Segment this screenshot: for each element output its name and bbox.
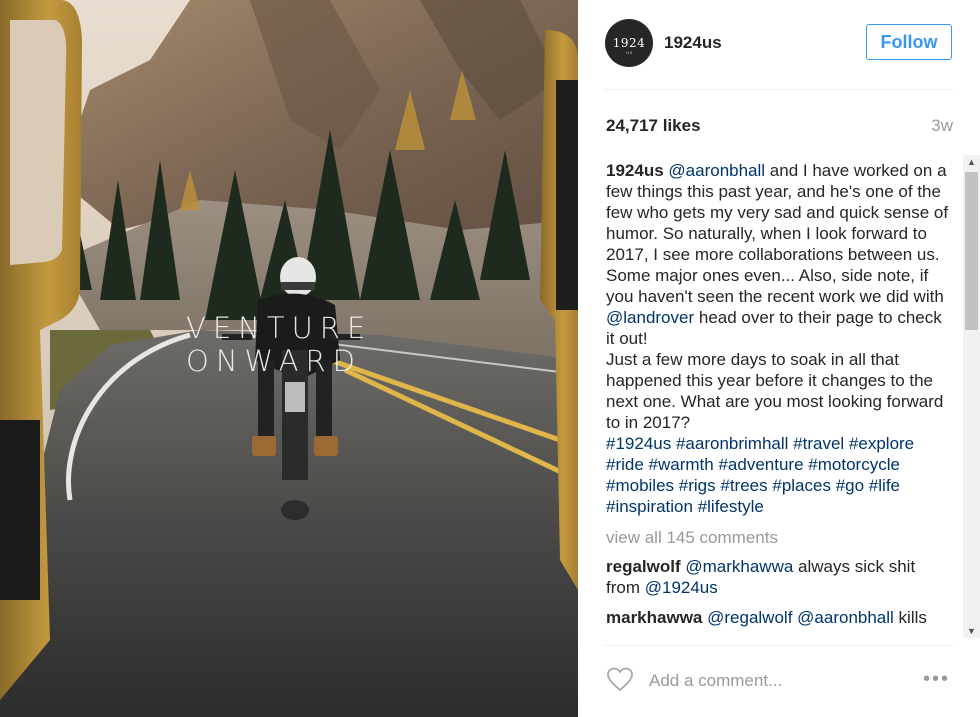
hashtag-link[interactable]: #ride: [606, 455, 644, 474]
scrollbar-thumb[interactable]: [965, 172, 978, 330]
comment-username[interactable]: markhawwa: [606, 608, 702, 627]
hashtag-link[interactable]: #rigs: [679, 476, 716, 495]
hashtag-link[interactable]: #aaronbrimhall: [676, 434, 788, 453]
scroll-up-arrow-icon[interactable]: ▲: [963, 155, 980, 169]
avatar-text: 1924: [612, 36, 646, 50]
overlay-line-2: ONWARD: [186, 344, 362, 378]
scroll-down-arrow-icon[interactable]: ▼: [963, 624, 980, 638]
post-caption: 1924us @aaronbhall and I have worked on …: [606, 160, 952, 517]
caption-mention[interactable]: @landrover: [606, 308, 694, 327]
comments-scrollbar[interactable]: ▲ ▼: [963, 155, 980, 638]
post-photo[interactable]: VENTURE ONWARD: [0, 0, 578, 717]
comments-list: 1924us @aaronbhall and I have worked on …: [606, 160, 952, 643]
avatar-subtext: us: [626, 50, 633, 56]
caption-username[interactable]: 1924us: [606, 161, 664, 180]
caption-text-1: and I have worked on a few things this p…: [606, 161, 949, 306]
hashtag-link[interactable]: #1924us: [606, 434, 671, 453]
comment-mention[interactable]: @markhawwa: [685, 557, 793, 576]
caption-hashtags: #1924us #aaronbrimhall #travel #explore …: [606, 434, 914, 516]
comment-item: markhawwa @regalwolf @aaronbhall kills: [606, 607, 952, 628]
footer-divider: [605, 645, 954, 646]
hashtag-link[interactable]: #motorcycle: [808, 455, 900, 474]
comment-mention[interactable]: @regalwolf: [707, 608, 792, 627]
post-details-panel: 1924 us 1924us Follow 24,717 likes 3w 19…: [578, 0, 980, 717]
hashtag-link[interactable]: #go: [836, 476, 864, 495]
overlay-line-1: VENTURE: [186, 311, 373, 345]
likes-count[interactable]: 24,717 likes: [606, 116, 701, 136]
photo-text-overlay: VENTURE ONWARD: [186, 312, 386, 378]
hashtag-link[interactable]: #explore: [849, 434, 914, 453]
post-timestamp[interactable]: 3w: [931, 116, 953, 136]
hashtag-link[interactable]: #lifestyle: [698, 497, 764, 516]
view-all-comments-link[interactable]: view all 145 comments: [606, 527, 952, 548]
comment-mention[interactable]: @1924us: [645, 578, 718, 597]
hashtag-link[interactable]: #places: [772, 476, 831, 495]
heart-icon[interactable]: [606, 666, 634, 692]
caption-text-3: Just a few more days to soak in all that…: [606, 350, 944, 432]
header-divider: [605, 89, 954, 90]
hashtag-link[interactable]: #travel: [793, 434, 844, 453]
post-username[interactable]: 1924us: [664, 33, 722, 53]
hashtag-link[interactable]: #inspiration: [606, 497, 693, 516]
follow-button[interactable]: Follow: [866, 24, 952, 60]
comment-mention[interactable]: @aaronbhall: [797, 608, 894, 627]
comment-item: regalwolf @markhawwa always sick shit fr…: [606, 556, 952, 598]
comment-text: kills: [893, 608, 927, 627]
caption-mention[interactable]: @aaronbhall: [668, 161, 765, 180]
hashtag-link[interactable]: #adventure: [718, 455, 803, 474]
post-header: 1924 us 1924us Follow: [578, 0, 980, 88]
hashtag-link[interactable]: #life: [869, 476, 900, 495]
hashtag-link[interactable]: #mobiles: [606, 476, 674, 495]
avatar[interactable]: 1924 us: [605, 19, 653, 67]
hashtag-link[interactable]: #warmth: [649, 455, 714, 474]
hashtag-link[interactable]: #trees: [720, 476, 767, 495]
instagram-post-modal: VENTURE ONWARD 1924 us 1924us Follow 24,…: [0, 0, 980, 717]
comment-username[interactable]: regalwolf: [606, 557, 681, 576]
add-comment-input[interactable]: [647, 668, 921, 694]
more-options-icon[interactable]: •••: [923, 669, 950, 689]
